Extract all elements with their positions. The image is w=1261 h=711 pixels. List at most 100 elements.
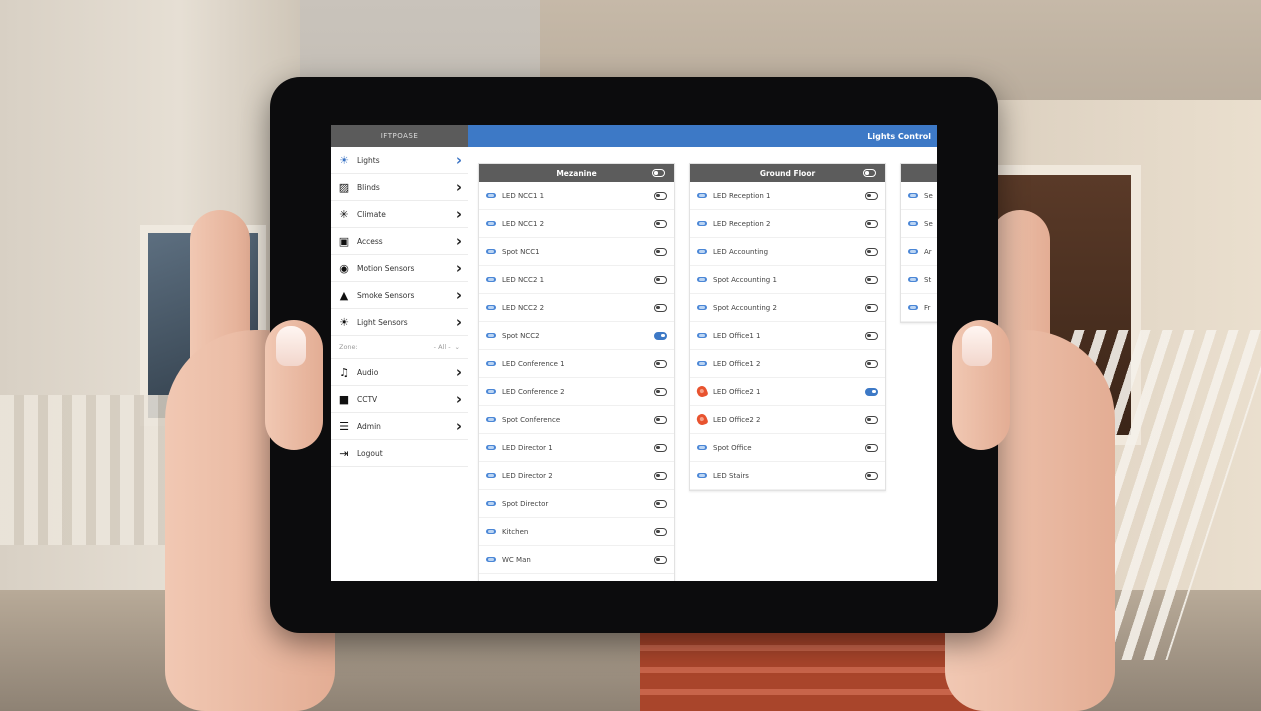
- light-toggle[interactable]: [654, 191, 667, 200]
- sidebar-item-label: Admin: [357, 421, 381, 431]
- sidebar-item-light-sensors[interactable]: ☀ Light Sensors ›: [331, 309, 468, 336]
- light-toggle[interactable]: [654, 359, 667, 368]
- light-row[interactable]: Se: [901, 182, 937, 210]
- light-name: Spot NCC2: [502, 331, 540, 340]
- sidebar-header: IFTPOASE: [331, 125, 468, 147]
- light-row[interactable]: LED Reception 1: [690, 182, 885, 210]
- light-toggle[interactable]: [865, 275, 878, 284]
- light-row[interactable]: WC Woman: [479, 574, 674, 581]
- light-toggle[interactable]: [654, 443, 667, 452]
- light-toggle[interactable]: [654, 219, 667, 228]
- light-row[interactable]: Spot NCC1: [479, 238, 674, 266]
- light-toggle[interactable]: [654, 471, 667, 480]
- light-row[interactable]: Ar: [901, 238, 937, 266]
- flame-icon: ▲: [339, 288, 349, 302]
- light-name: Se: [924, 191, 933, 200]
- light-row[interactable]: LED NCC1 2: [479, 210, 674, 238]
- sidebar-item-lights[interactable]: ☀ Lights ›: [331, 147, 468, 174]
- light-toggle[interactable]: [654, 387, 667, 396]
- light-row[interactable]: LED NCC2 1: [479, 266, 674, 294]
- light-toggle[interactable]: [865, 359, 878, 368]
- sidebar-item-label: Logout: [357, 448, 383, 458]
- room-panel-header: Mezanine: [479, 164, 674, 182]
- sidebar-item-label: Lights: [357, 155, 380, 165]
- light-toggle[interactable]: [654, 303, 667, 312]
- light-row[interactable]: Fr: [901, 294, 937, 322]
- light-row[interactable]: Spot Director: [479, 490, 674, 518]
- lock-icon: ▣: [338, 234, 350, 248]
- light-toggle[interactable]: [654, 527, 667, 536]
- led-strip-icon: [908, 193, 918, 198]
- light-name: Se: [924, 219, 933, 228]
- lightbulb-icon: ☀: [339, 153, 349, 167]
- light-toggle[interactable]: [865, 443, 878, 452]
- light-name: Ar: [924, 247, 932, 256]
- light-toggle[interactable]: [865, 247, 878, 256]
- light-toggle[interactable]: [865, 303, 878, 312]
- light-name: LED Reception 2: [713, 219, 771, 228]
- sidebar-item-climate[interactable]: ✳ Climate ›: [331, 201, 468, 228]
- light-row[interactable]: LED Office2 1: [690, 378, 885, 406]
- music-note-icon: ♫: [339, 365, 349, 379]
- sidebar-item-logout[interactable]: ⇥ Logout: [331, 440, 468, 467]
- light-toggle[interactable]: [865, 387, 878, 396]
- light-toggle[interactable]: [654, 499, 667, 508]
- light-row[interactable]: LED Accounting: [690, 238, 885, 266]
- chevron-right-icon: ›: [455, 232, 462, 250]
- light-toggle[interactable]: [654, 275, 667, 284]
- light-toggle[interactable]: [865, 331, 878, 340]
- sidebar-item-admin[interactable]: ☰ Admin ›: [331, 413, 468, 440]
- light-row[interactable]: LED NCC2 2: [479, 294, 674, 322]
- sidebar-item-smoke-sensors[interactable]: ▲ Smoke Sensors ›: [331, 282, 468, 309]
- light-toggle[interactable]: [654, 247, 667, 256]
- light-toggle[interactable]: [654, 331, 667, 340]
- sidebar-item-blinds[interactable]: ▨ Blinds ›: [331, 174, 468, 201]
- light-row[interactable]: LED Conference 2: [479, 378, 674, 406]
- led-strip-icon: [486, 473, 496, 478]
- light-toggle[interactable]: [865, 415, 878, 424]
- led-strip-icon: [697, 193, 707, 198]
- light-row[interactable]: LED Conference 1: [479, 350, 674, 378]
- light-row[interactable]: LED NCC1 1: [479, 182, 674, 210]
- light-row[interactable]: LED Stairs: [690, 462, 885, 490]
- sidebar-item-access[interactable]: ▣ Access ›: [331, 228, 468, 255]
- sidebar-item-cctv[interactable]: ■ CCTV ›: [331, 386, 468, 413]
- light-name: Spot Accounting 1: [713, 275, 777, 284]
- light-row[interactable]: Kitchen: [479, 518, 674, 546]
- light-row[interactable]: St: [901, 266, 937, 294]
- right-thumbnail: [962, 326, 992, 366]
- light-toggle[interactable]: [865, 219, 878, 228]
- room-all-toggle[interactable]: [863, 169, 876, 177]
- room-all-toggle[interactable]: [652, 169, 665, 177]
- light-row[interactable]: Spot NCC2: [479, 322, 674, 350]
- chevron-right-icon: ›: [455, 151, 462, 169]
- zone-selector[interactable]: Zone: - All - ⌄: [331, 336, 468, 359]
- light-name: LED NCC2 1: [502, 275, 545, 284]
- light-row[interactable]: Spot Accounting 2: [690, 294, 885, 322]
- light-name: Kitchen: [502, 527, 529, 536]
- light-row[interactable]: LED Office1 2: [690, 350, 885, 378]
- light-row[interactable]: Spot Office: [690, 434, 885, 462]
- sidebar-item-label: Smoke Sensors: [357, 290, 415, 300]
- sun-icon: ☀: [339, 315, 349, 329]
- light-row[interactable]: LED Office2 2: [690, 406, 885, 434]
- light-toggle[interactable]: [865, 191, 878, 200]
- light-row[interactable]: LED Office1 1: [690, 322, 885, 350]
- light-name: LED Office2 2: [713, 415, 761, 424]
- light-row[interactable]: Spot Conference: [479, 406, 674, 434]
- light-toggle[interactable]: [865, 471, 878, 480]
- sidebar-item-audio[interactable]: ♫ Audio ›: [331, 359, 468, 386]
- light-row[interactable]: WC Man: [479, 546, 674, 574]
- led-strip-icon: [697, 361, 707, 366]
- light-toggle[interactable]: [654, 555, 667, 564]
- light-name: LED Office1 2: [713, 359, 761, 368]
- light-row[interactable]: LED Director 2: [479, 462, 674, 490]
- light-row[interactable]: LED Reception 2: [690, 210, 885, 238]
- sidebar-item-motion-sensors[interactable]: ◉ Motion Sensors ›: [331, 255, 468, 282]
- chevron-right-icon: ›: [455, 259, 462, 277]
- light-name: LED NCC2 2: [502, 303, 545, 312]
- light-row[interactable]: Se: [901, 210, 937, 238]
- light-toggle[interactable]: [654, 415, 667, 424]
- light-row[interactable]: Spot Accounting 1: [690, 266, 885, 294]
- light-row[interactable]: LED Director 1: [479, 434, 674, 462]
